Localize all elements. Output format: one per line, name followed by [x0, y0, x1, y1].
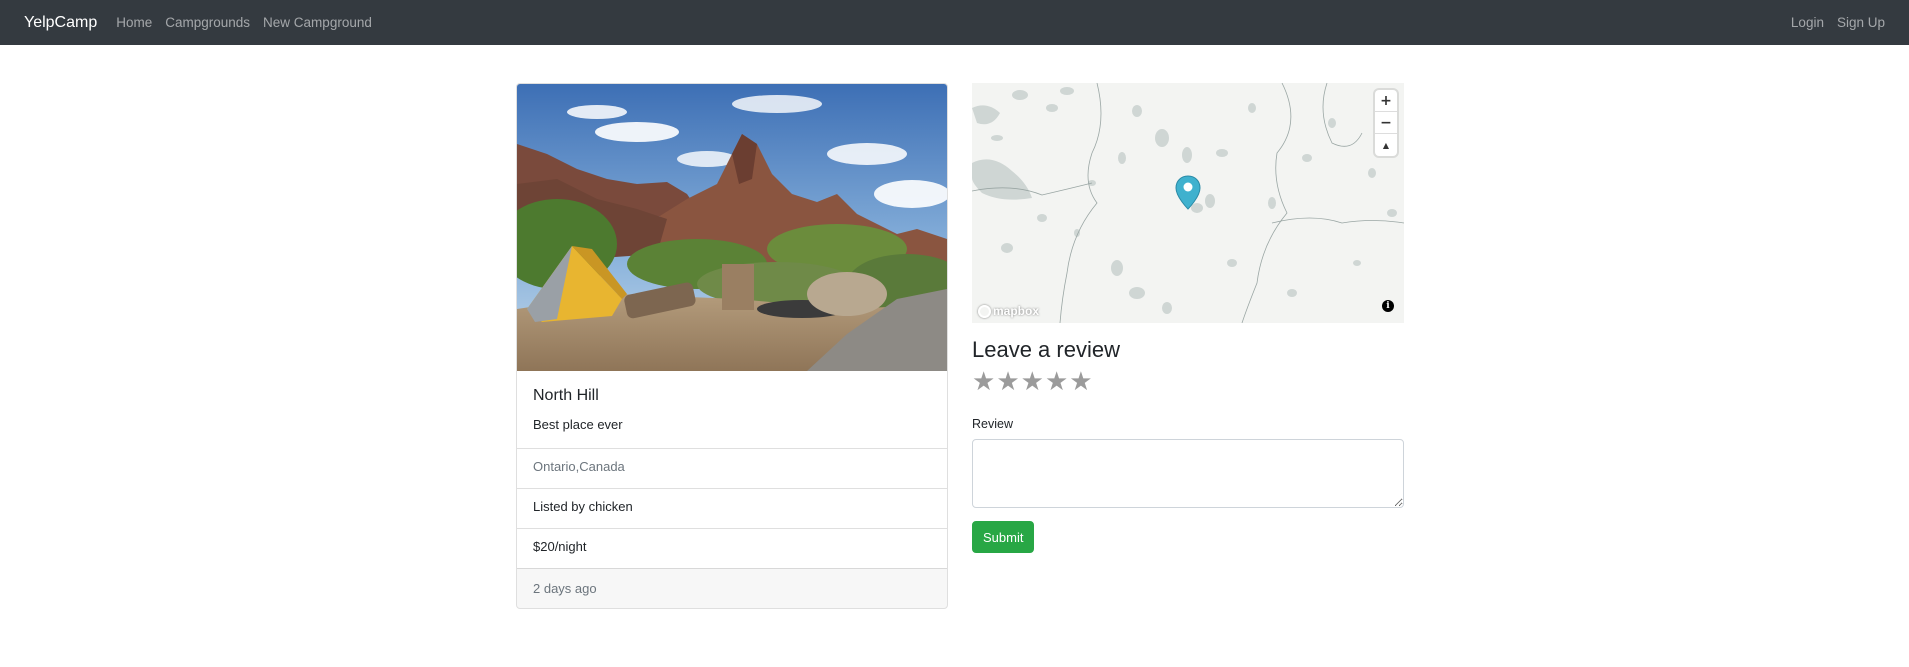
nav-link-home[interactable]: Home	[116, 15, 152, 30]
campground-description: Best place ever	[533, 417, 623, 432]
nav-link-login[interactable]: Login	[1791, 15, 1824, 30]
nav-link-new-campground[interactable]: New Campground	[263, 15, 372, 30]
nav-link-campgrounds[interactable]: Campgrounds	[165, 15, 250, 30]
star-icon-1[interactable]: ★	[972, 369, 995, 395]
campground-card: North Hill Best place ever Ontario,Canad…	[516, 83, 948, 609]
card-footer-timestamp: 2 days ago	[517, 568, 947, 608]
nav-link-signup[interactable]: Sign Up	[1837, 15, 1885, 30]
campground-author: Listed by chicken	[517, 488, 947, 528]
zoom-in-button[interactable]: +	[1375, 90, 1397, 112]
submit-button[interactable]: Submit	[972, 521, 1035, 553]
campground-image	[517, 84, 947, 371]
campground-location: Ontario,Canada	[517, 448, 947, 488]
navbar: YelpCamp Home Campgrounds New Campground…	[0, 0, 1909, 45]
campground-price: $20/night	[517, 528, 947, 568]
map-marker-icon[interactable]	[1174, 175, 1202, 211]
navbar-right: Login Sign Up	[1778, 15, 1885, 30]
info-icon[interactable]: i	[1382, 300, 1394, 312]
map[interactable]: + − ▲ mapbox i	[972, 83, 1404, 323]
review-form: Leave a review ★ ★ ★ ★ ★ Review Submit	[972, 337, 1404, 553]
star-icon-5[interactable]: ★	[1069, 369, 1092, 395]
review-label: Review	[972, 417, 1013, 431]
navbar-left: YelpCamp Home Campgrounds New Campground	[24, 14, 385, 32]
brand-link[interactable]: YelpCamp	[24, 14, 97, 32]
star-icon-4[interactable]: ★	[1045, 369, 1068, 395]
mapbox-logo[interactable]: mapbox	[978, 304, 1039, 318]
star-icon-2[interactable]: ★	[996, 369, 1019, 395]
star-rating: ★ ★ ★ ★ ★	[972, 369, 1404, 395]
mapbox-logo-text: mapbox	[993, 304, 1040, 318]
campground-title: North Hill	[533, 387, 599, 404]
review-textarea[interactable]	[972, 439, 1404, 508]
zoom-out-button[interactable]: −	[1375, 112, 1397, 134]
star-icon-3[interactable]: ★	[1021, 369, 1044, 395]
map-zoom-controls: + − ▲	[1375, 90, 1397, 156]
compass-button[interactable]: ▲	[1375, 134, 1397, 156]
mapbox-logo-icon	[978, 304, 991, 318]
card-body: North Hill Best place ever	[517, 371, 947, 448]
main-content: North Hill Best place ever Ontario,Canad…	[0, 45, 1909, 667]
review-heading: Leave a review	[972, 337, 1120, 362]
